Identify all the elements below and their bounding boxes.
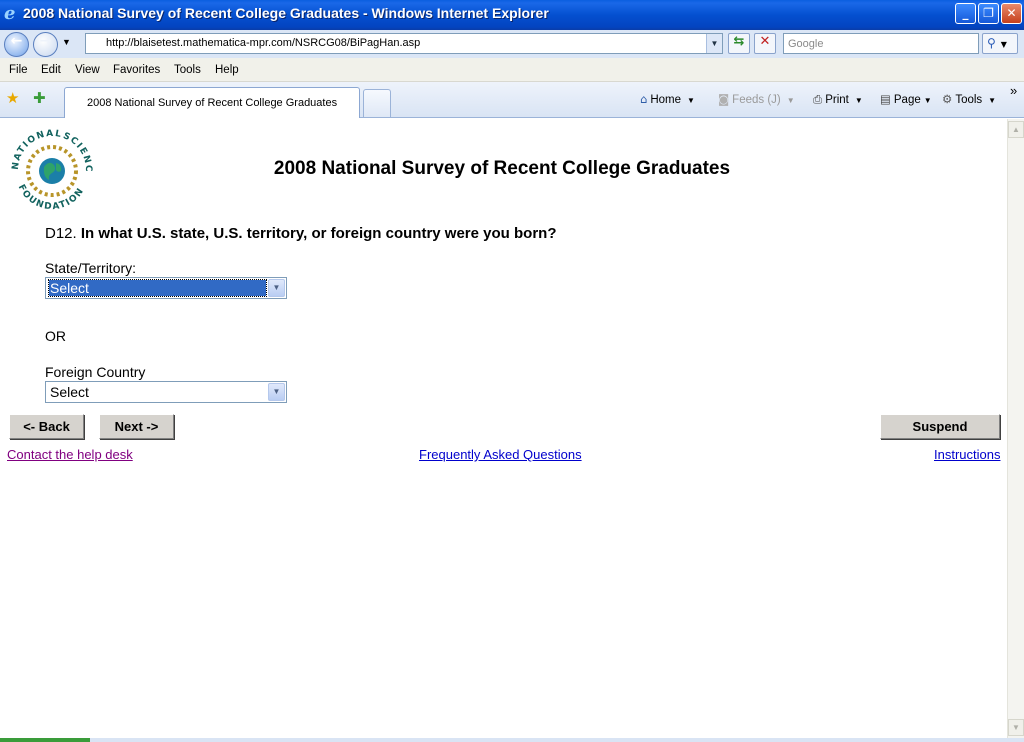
feeds-label: Feeds (J) xyxy=(732,94,781,106)
gear-icon: ⚙ xyxy=(942,92,953,106)
or-label: OR xyxy=(45,328,66,344)
tools-button[interactable]: ⚙ Tools ▼ xyxy=(942,92,996,106)
print-dropdown-icon[interactable]: ▼ xyxy=(855,96,863,105)
recent-pages-dropdown-icon[interactable]: ▼ xyxy=(62,37,71,47)
stop-icon: ✕ xyxy=(759,34,771,49)
favorites-center-icon[interactable]: ★ xyxy=(6,89,19,107)
menu-file[interactable]: File xyxy=(9,64,28,76)
country-select-value: Select xyxy=(50,384,89,400)
search-options-dropdown-icon[interactable]: ▼ xyxy=(1001,40,1007,49)
search-input[interactable]: Google xyxy=(783,33,979,54)
state-select-value: Select xyxy=(48,279,267,297)
internet-explorer-icon: e xyxy=(4,3,16,24)
address-url: http://blaisetest.mathematica-mpr.com/NS… xyxy=(106,37,421,49)
next-button[interactable]: Next -> xyxy=(99,414,174,439)
address-dropdown-icon[interactable]: ▼ xyxy=(706,34,722,53)
suspend-button[interactable]: Suspend xyxy=(880,414,1000,439)
home-icon: ⌂ xyxy=(640,92,648,106)
page-title: 2008 National Survey of Recent College G… xyxy=(273,158,731,179)
page-content: NATIONAL SCIENCE FOUNDATION 2008 Nationa… xyxy=(0,119,1007,738)
tools-label: Tools xyxy=(955,94,983,106)
faq-link[interactable]: Frequently Asked Questions xyxy=(419,447,582,462)
forward-nav-button[interactable]: → xyxy=(33,32,58,57)
address-toolbar: ← → ▼ http://blaisetest.mathematica-mpr.… xyxy=(0,30,1024,58)
print-label: Print xyxy=(825,94,849,106)
restore-button[interactable]: ❐ xyxy=(978,3,999,24)
printer-icon: ⎙ xyxy=(813,92,823,106)
page-label: Page xyxy=(893,94,921,106)
home-label: Home xyxy=(650,94,681,106)
question-text: In what U.S. state, U.S. territory, or f… xyxy=(80,225,557,242)
new-tab-button[interactable] xyxy=(363,89,391,117)
search-icon: ⚲ xyxy=(987,36,996,50)
search-placeholder: Google xyxy=(788,38,824,50)
instructions-link[interactable]: Instructions xyxy=(934,447,1000,462)
feeds-button[interactable]: ◙ Feeds (J) ▼ xyxy=(718,92,795,106)
help-desk-link[interactable]: Contact the help desk xyxy=(7,447,133,462)
more-commands-chevron[interactable]: » xyxy=(1010,83,1017,98)
close-button[interactable]: ✕ xyxy=(1001,3,1022,24)
country-label: Foreign Country xyxy=(45,364,146,380)
menu-bar: File Edit View Favorites Tools Help xyxy=(0,58,1024,82)
feeds-icon: ◙ xyxy=(718,92,730,106)
stop-button[interactable]: ✕ xyxy=(754,33,776,54)
tab-active[interactable]: 2008 National Survey of Recent College G… xyxy=(64,87,360,118)
page-icon: ▤ xyxy=(880,92,891,106)
print-button[interactable]: ⎙ Print ▼ xyxy=(813,92,863,107)
menu-tools[interactable]: Tools xyxy=(174,64,201,76)
home-dropdown-icon[interactable]: ▼ xyxy=(687,96,695,105)
state-dropdown-icon[interactable]: ▼ xyxy=(268,279,285,297)
window-titlebar: e 2008 National Survey of Recent College… xyxy=(0,0,1024,30)
question-number: D12. xyxy=(45,225,77,242)
vertical-scrollbar[interactable]: ▲ ▼ xyxy=(1007,119,1024,738)
menu-help[interactable]: Help xyxy=(215,64,239,76)
home-button[interactable]: ⌂ Home ▼ xyxy=(640,92,695,106)
back-arrow-icon: ← xyxy=(10,33,23,49)
logo-text-foundation: FOUNDATION xyxy=(16,183,85,212)
page-button[interactable]: ▤ Page ▼ xyxy=(880,92,932,106)
page-dropdown-icon[interactable]: ▼ xyxy=(924,96,932,105)
tab-command-bar: ★ ✚ 2008 National Survey of Recent Colle… xyxy=(0,82,1024,118)
country-select[interactable]: Select ▼ xyxy=(45,381,287,403)
window-title: 2008 National Survey of Recent College G… xyxy=(23,5,549,21)
forward-arrow-icon: → xyxy=(39,33,52,49)
country-dropdown-icon[interactable]: ▼ xyxy=(268,383,285,401)
menu-favorites[interactable]: Favorites xyxy=(113,64,160,76)
feeds-dropdown-icon[interactable]: ▼ xyxy=(787,96,795,105)
menu-view[interactable]: View xyxy=(75,64,100,76)
tab-label: 2008 National Survey of Recent College G… xyxy=(87,97,338,109)
search-button[interactable]: ⚲ ▼ xyxy=(982,33,1018,54)
scroll-up-icon[interactable]: ▲ xyxy=(1008,121,1024,138)
add-favorites-icon[interactable]: ✚ xyxy=(33,89,46,107)
status-bar xyxy=(0,738,1024,742)
refresh-button[interactable]: ⇆ xyxy=(728,33,750,54)
menu-edit[interactable]: Edit xyxy=(41,64,61,76)
back-nav-button[interactable]: ← xyxy=(4,32,29,57)
svg-text:FOUNDATION: FOUNDATION xyxy=(16,183,87,212)
question-d12: D12. In what U.S. state, U.S. territory,… xyxy=(45,225,556,242)
refresh-icon: ⇆ xyxy=(733,34,745,49)
address-input[interactable]: http://blaisetest.mathematica-mpr.com/NS… xyxy=(85,33,723,54)
state-label: State/Territory: xyxy=(45,260,137,276)
tools-dropdown-icon[interactable]: ▼ xyxy=(988,96,996,105)
minimize-button[interactable]: _ xyxy=(955,3,976,24)
back-button[interactable]: <- Back xyxy=(9,414,84,439)
state-select[interactable]: Select ▼ xyxy=(45,277,287,299)
scroll-down-icon[interactable]: ▼ xyxy=(1008,719,1024,736)
